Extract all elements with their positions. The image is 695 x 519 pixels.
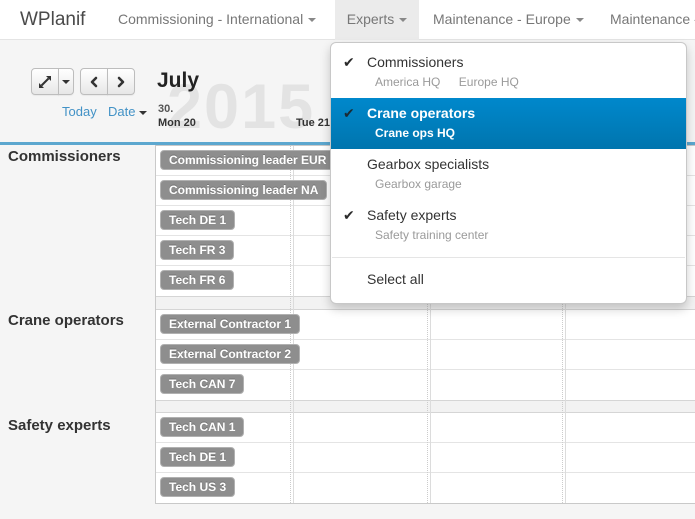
chevron-left-icon	[87, 75, 101, 89]
day-header: Tue 21	[296, 117, 330, 129]
resource-pill[interactable]: External Contractor 1	[160, 314, 300, 334]
caret-down-icon	[308, 18, 316, 22]
depot-america-hq[interactable]: America HQ	[375, 75, 440, 89]
today-link[interactable]: Today	[62, 104, 97, 119]
nav-item-label: Commissioning - International	[118, 11, 303, 27]
check-icon: ✔	[343, 54, 355, 71]
date-nav-button-group	[80, 68, 135, 95]
dropdown-divider	[332, 257, 685, 258]
date-link-label: Date	[108, 104, 135, 119]
caret-down-icon	[139, 111, 147, 115]
caret-down-icon	[62, 80, 70, 84]
dropdown-item-label: Crane operators	[367, 105, 671, 122]
diagonal-resize-icon	[38, 75, 52, 89]
dropdown-item-safety-experts[interactable]: ✔ Safety experts Safety training center	[331, 200, 686, 251]
date-link[interactable]: Date	[108, 104, 147, 119]
group-label-safety-experts: Safety experts	[8, 417, 111, 434]
resource-pill[interactable]: Tech US 3	[160, 477, 235, 497]
nav-item-label: Maintenance -	[610, 11, 695, 27]
timeline-row[interactable]	[156, 473, 695, 503]
check-icon: ✔	[343, 207, 355, 224]
depot-list: America HQ Europe HQ	[375, 75, 671, 89]
dropdown-item-gearbox-specialists[interactable]: Gearbox specialists Gearbox garage	[331, 149, 686, 200]
dropdown-item-commissioners[interactable]: ✔ Commissioners America HQ Europe HQ	[331, 47, 686, 98]
depot-list: Crane ops HQ	[375, 126, 671, 140]
depot-list: Gearbox garage	[375, 177, 671, 191]
nav-item-label: Maintenance - Europe	[433, 11, 571, 27]
resource-pill[interactable]: Tech DE 1	[160, 210, 235, 230]
nav-maintenance-europe[interactable]: Maintenance - Europe	[433, 0, 584, 39]
group-separator	[156, 400, 695, 413]
resource-pill[interactable]: Tech CAN 1	[160, 417, 244, 437]
month-title: July	[157, 69, 199, 93]
previous-button[interactable]	[80, 68, 108, 95]
depot-crane-ops-hq[interactable]: Crane ops HQ	[375, 126, 455, 140]
dropdown-item-label: Commissioners	[367, 54, 671, 71]
week-number: 30.	[158, 103, 173, 115]
app-brand[interactable]: WPlanif	[20, 0, 85, 39]
resource-pill[interactable]: Commissioning leader NA	[160, 180, 327, 200]
resource-pill[interactable]: Commissioning leader EUR	[160, 150, 335, 170]
select-all-item[interactable]: Select all	[331, 264, 686, 297]
day-header: Mon 20	[158, 117, 196, 129]
depot-safety-training-center[interactable]: Safety training center	[375, 228, 488, 242]
dropdown-item-label: Gearbox specialists	[367, 156, 671, 173]
expand-view-button[interactable]	[31, 68, 59, 95]
view-button-group	[31, 68, 74, 95]
caret-down-icon	[576, 18, 584, 22]
experts-dropdown-menu: ✔ Commissioners America HQ Europe HQ ✔ C…	[330, 42, 687, 304]
view-options-button[interactable]	[58, 68, 74, 95]
chevron-right-icon	[114, 75, 128, 89]
next-button[interactable]	[107, 68, 135, 95]
nav-item-label: Experts	[347, 11, 394, 27]
depot-europe-hq[interactable]: Europe HQ	[459, 75, 519, 89]
nav-maintenance-truncated[interactable]: Maintenance -	[610, 0, 695, 39]
navbar: WPlanif Commissioning - International Ex…	[0, 0, 695, 40]
nav-commissioning-international[interactable]: Commissioning - International	[118, 0, 316, 39]
depot-list: Safety training center	[375, 228, 671, 242]
dropdown-item-crane-operators[interactable]: ✔ Crane operators Crane ops HQ	[331, 98, 686, 149]
resource-pill[interactable]: External Contractor 2	[160, 344, 300, 364]
group-label-commissioners: Commissioners	[8, 148, 121, 165]
timeline-row[interactable]	[156, 443, 695, 473]
dropdown-item-label: Safety experts	[367, 207, 671, 224]
nav-experts[interactable]: Experts	[335, 0, 419, 40]
resource-pill[interactable]: Tech CAN 7	[160, 374, 244, 394]
check-icon: ✔	[343, 105, 355, 122]
resource-pill[interactable]: Tech FR 6	[160, 270, 234, 290]
depot-gearbox-garage[interactable]: Gearbox garage	[375, 177, 462, 191]
group-label-crane-operators: Crane operators	[8, 312, 124, 329]
resource-pill[interactable]: Tech DE 1	[160, 447, 235, 467]
resource-pill[interactable]: Tech FR 3	[160, 240, 234, 260]
caret-down-icon	[399, 18, 407, 22]
